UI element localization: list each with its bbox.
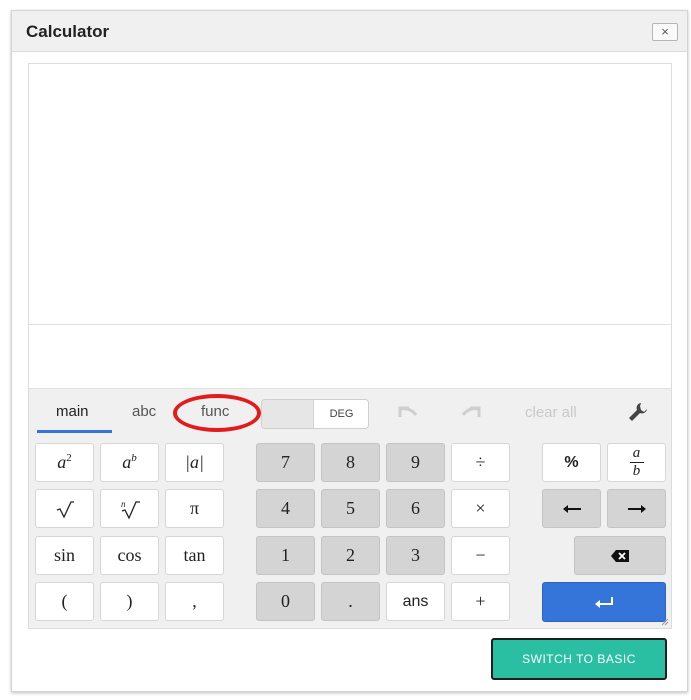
fraction-denominator: b — [632, 463, 641, 479]
red-highlight-circle — [173, 394, 261, 432]
ans-key[interactable]: ans — [386, 582, 445, 621]
sqrt-icon — [56, 500, 74, 518]
nth-root-key[interactable]: n — [100, 489, 159, 528]
switch-to-basic-button[interactable]: SWITCH TO BASIC — [491, 638, 667, 680]
right-paren-key[interactable]: ) — [100, 582, 159, 621]
digit-2-key[interactable]: 2 — [321, 536, 380, 575]
return-icon — [595, 597, 613, 608]
close-button[interactable]: × — [652, 23, 678, 41]
nth-root-icon: n — [121, 499, 140, 520]
clear-all-button[interactable]: clear all — [525, 404, 577, 421]
cursor-right-key[interactable] — [607, 489, 666, 528]
decimal-key[interactable]: . — [321, 582, 380, 621]
digit-0-key[interactable]: 0 — [256, 582, 315, 621]
digit-4-key[interactable]: 4 — [256, 489, 315, 528]
arrow-left-icon — [562, 504, 581, 513]
redo-icon[interactable] — [457, 401, 485, 423]
deg-label[interactable]: DEG — [313, 400, 368, 428]
digit-5-key[interactable]: 5 — [321, 489, 380, 528]
digit-9-key[interactable]: 9 — [386, 443, 445, 482]
active-tab-indicator — [37, 430, 112, 433]
undo-icon[interactable] — [394, 401, 422, 423]
plus-key[interactable]: + — [451, 582, 510, 621]
digit-8-key[interactable]: 8 — [321, 443, 380, 482]
cos-key[interactable]: cos — [100, 536, 159, 575]
fraction-numerator: a — [632, 445, 641, 461]
digit-7-key[interactable]: 7 — [256, 443, 315, 482]
backspace-key[interactable] — [574, 536, 666, 575]
digit-3-key[interactable]: 3 — [386, 536, 445, 575]
wrench-icon[interactable] — [627, 401, 649, 423]
title-bar: Calculator × — [12, 11, 687, 52]
calculator-panel: main abc func DEG clear all a2 ab |a| n … — [28, 63, 672, 629]
fraction-icon: a b — [629, 445, 644, 479]
sqrt-key[interactable] — [35, 489, 94, 528]
toggle-off-segment[interactable] — [262, 400, 312, 428]
minus-key[interactable]: − — [451, 536, 510, 575]
multiply-key[interactable]: × — [451, 489, 510, 528]
square-key[interactable]: a2 — [35, 443, 94, 482]
divide-key[interactable]: ÷ — [451, 443, 510, 482]
arrow-right-icon — [627, 504, 646, 513]
pi-key[interactable]: π — [165, 489, 224, 528]
angle-mode-toggle[interactable]: DEG — [261, 399, 369, 429]
power-key[interactable]: ab — [100, 443, 159, 482]
left-paren-key[interactable]: ( — [35, 582, 94, 621]
expression-input[interactable] — [29, 325, 671, 387]
backspace-icon — [611, 549, 629, 562]
calculator-dialog: Calculator × main abc func DEG clear all… — [11, 10, 688, 692]
keypad: main abc func DEG clear all a2 ab |a| n … — [29, 388, 671, 628]
tab-main[interactable]: main — [56, 403, 89, 420]
tan-key[interactable]: tan — [165, 536, 224, 575]
cursor-left-key[interactable] — [542, 489, 601, 528]
svg-text:n: n — [121, 499, 126, 509]
percent-key[interactable]: % — [542, 443, 601, 482]
resize-grip-icon[interactable] — [659, 616, 669, 626]
dialog-title: Calculator — [26, 22, 110, 41]
fraction-key[interactable]: a b — [607, 443, 666, 482]
comma-key[interactable]: , — [165, 582, 224, 621]
sin-key[interactable]: sin — [35, 536, 94, 575]
digit-6-key[interactable]: 6 — [386, 489, 445, 528]
expression-history-area — [29, 64, 671, 325]
digit-1-key[interactable]: 1 — [256, 536, 315, 575]
enter-key[interactable] — [542, 582, 666, 622]
tab-abc[interactable]: abc — [132, 403, 156, 420]
abs-key[interactable]: |a| — [165, 443, 224, 482]
